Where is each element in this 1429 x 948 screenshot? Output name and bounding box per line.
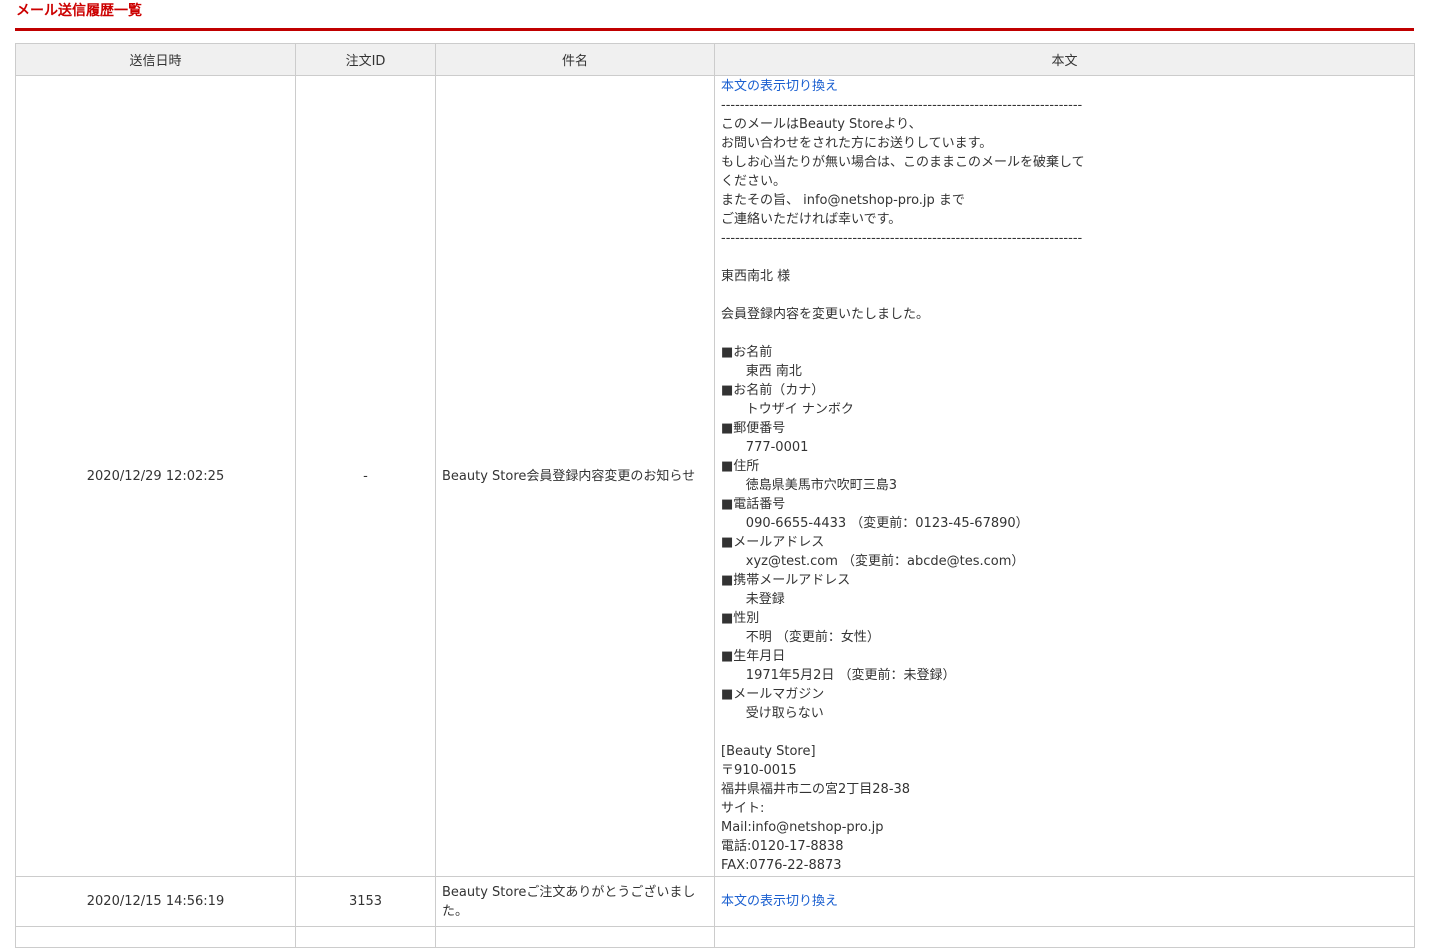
toggle-body-link[interactable]: 本文の表示切り換え [721, 892, 838, 911]
header-order-id: 注文ID [295, 43, 436, 76]
cell-subject: Beauty Store会員登録内容変更のお知らせ [435, 75, 715, 877]
cell-body: 本文の表示切り換え ------------------------------… [714, 75, 1415, 877]
cell-subject: Beauty Storeご注文ありがとうございました。 [435, 876, 715, 927]
cell-sent-at [15, 926, 296, 948]
header-body: 本文 [714, 43, 1415, 76]
header-sent-at: 送信日時 [15, 43, 296, 76]
title-divider [15, 28, 1414, 31]
cell-body: 本文の表示切り換え [714, 876, 1415, 927]
table-row [15, 926, 1415, 948]
page-title: メール送信履歴一覧 [16, 3, 142, 19]
cell-order-id [295, 926, 436, 948]
cell-order-id: - [295, 75, 436, 877]
cell-order-id: 3153 [295, 876, 436, 927]
cell-sent-at: 2020/12/15 14:56:19 [15, 876, 296, 927]
mail-body-text: ----------------------------------------… [721, 98, 1085, 873]
header-subject: 件名 [435, 43, 715, 76]
cell-body [714, 926, 1415, 948]
cell-sent-at: 2020/12/29 12:02:25 [15, 75, 296, 877]
mail-history-table: 送信日時 注文ID 件名 本文 2020/12/29 12:02:25 - Be… [15, 43, 1415, 948]
cell-subject [435, 926, 715, 948]
table-row: 2020/12/29 12:02:25 - Beauty Store会員登録内容… [15, 75, 1415, 877]
toggle-body-link[interactable]: 本文の表示切り換え [721, 77, 838, 96]
table-row: 2020/12/15 14:56:19 3153 Beauty Storeご注文… [15, 876, 1415, 927]
table-header-row: 送信日時 注文ID 件名 本文 [15, 43, 1415, 76]
